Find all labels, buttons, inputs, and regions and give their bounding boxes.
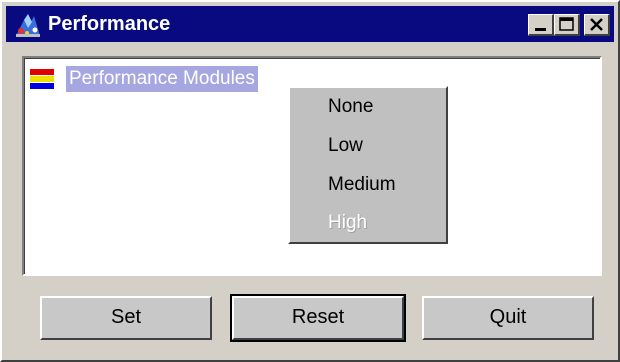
- minimize-button[interactable]: [528, 14, 554, 36]
- performance-window: Performance Performance Modules None Low…: [0, 0, 620, 362]
- close-button[interactable]: [584, 14, 610, 36]
- window-title: Performance: [48, 13, 171, 35]
- quit-button[interactable]: Quit: [422, 296, 594, 340]
- set-button[interactable]: Set: [40, 296, 212, 340]
- tricolor-flag-icon: [30, 69, 54, 89]
- menu-item-high: High: [328, 212, 368, 233]
- reset-button[interactable]: Reset: [230, 294, 406, 342]
- menu-item-low[interactable]: Low: [328, 133, 363, 159]
- app-icon[interactable]: [14, 12, 42, 38]
- close-icon: [590, 18, 603, 31]
- title-bar[interactable]: Performance: [6, 6, 614, 42]
- maximize-button[interactable]: [554, 14, 580, 36]
- tree-node-label[interactable]: Performance Modules: [66, 66, 258, 92]
- menu-item-none[interactable]: None: [328, 94, 373, 120]
- menu-item-medium[interactable]: Medium: [328, 172, 396, 198]
- minimize-icon: [535, 28, 546, 31]
- context-menu: None Low Medium High: [288, 86, 448, 244]
- maximize-icon: [559, 17, 574, 31]
